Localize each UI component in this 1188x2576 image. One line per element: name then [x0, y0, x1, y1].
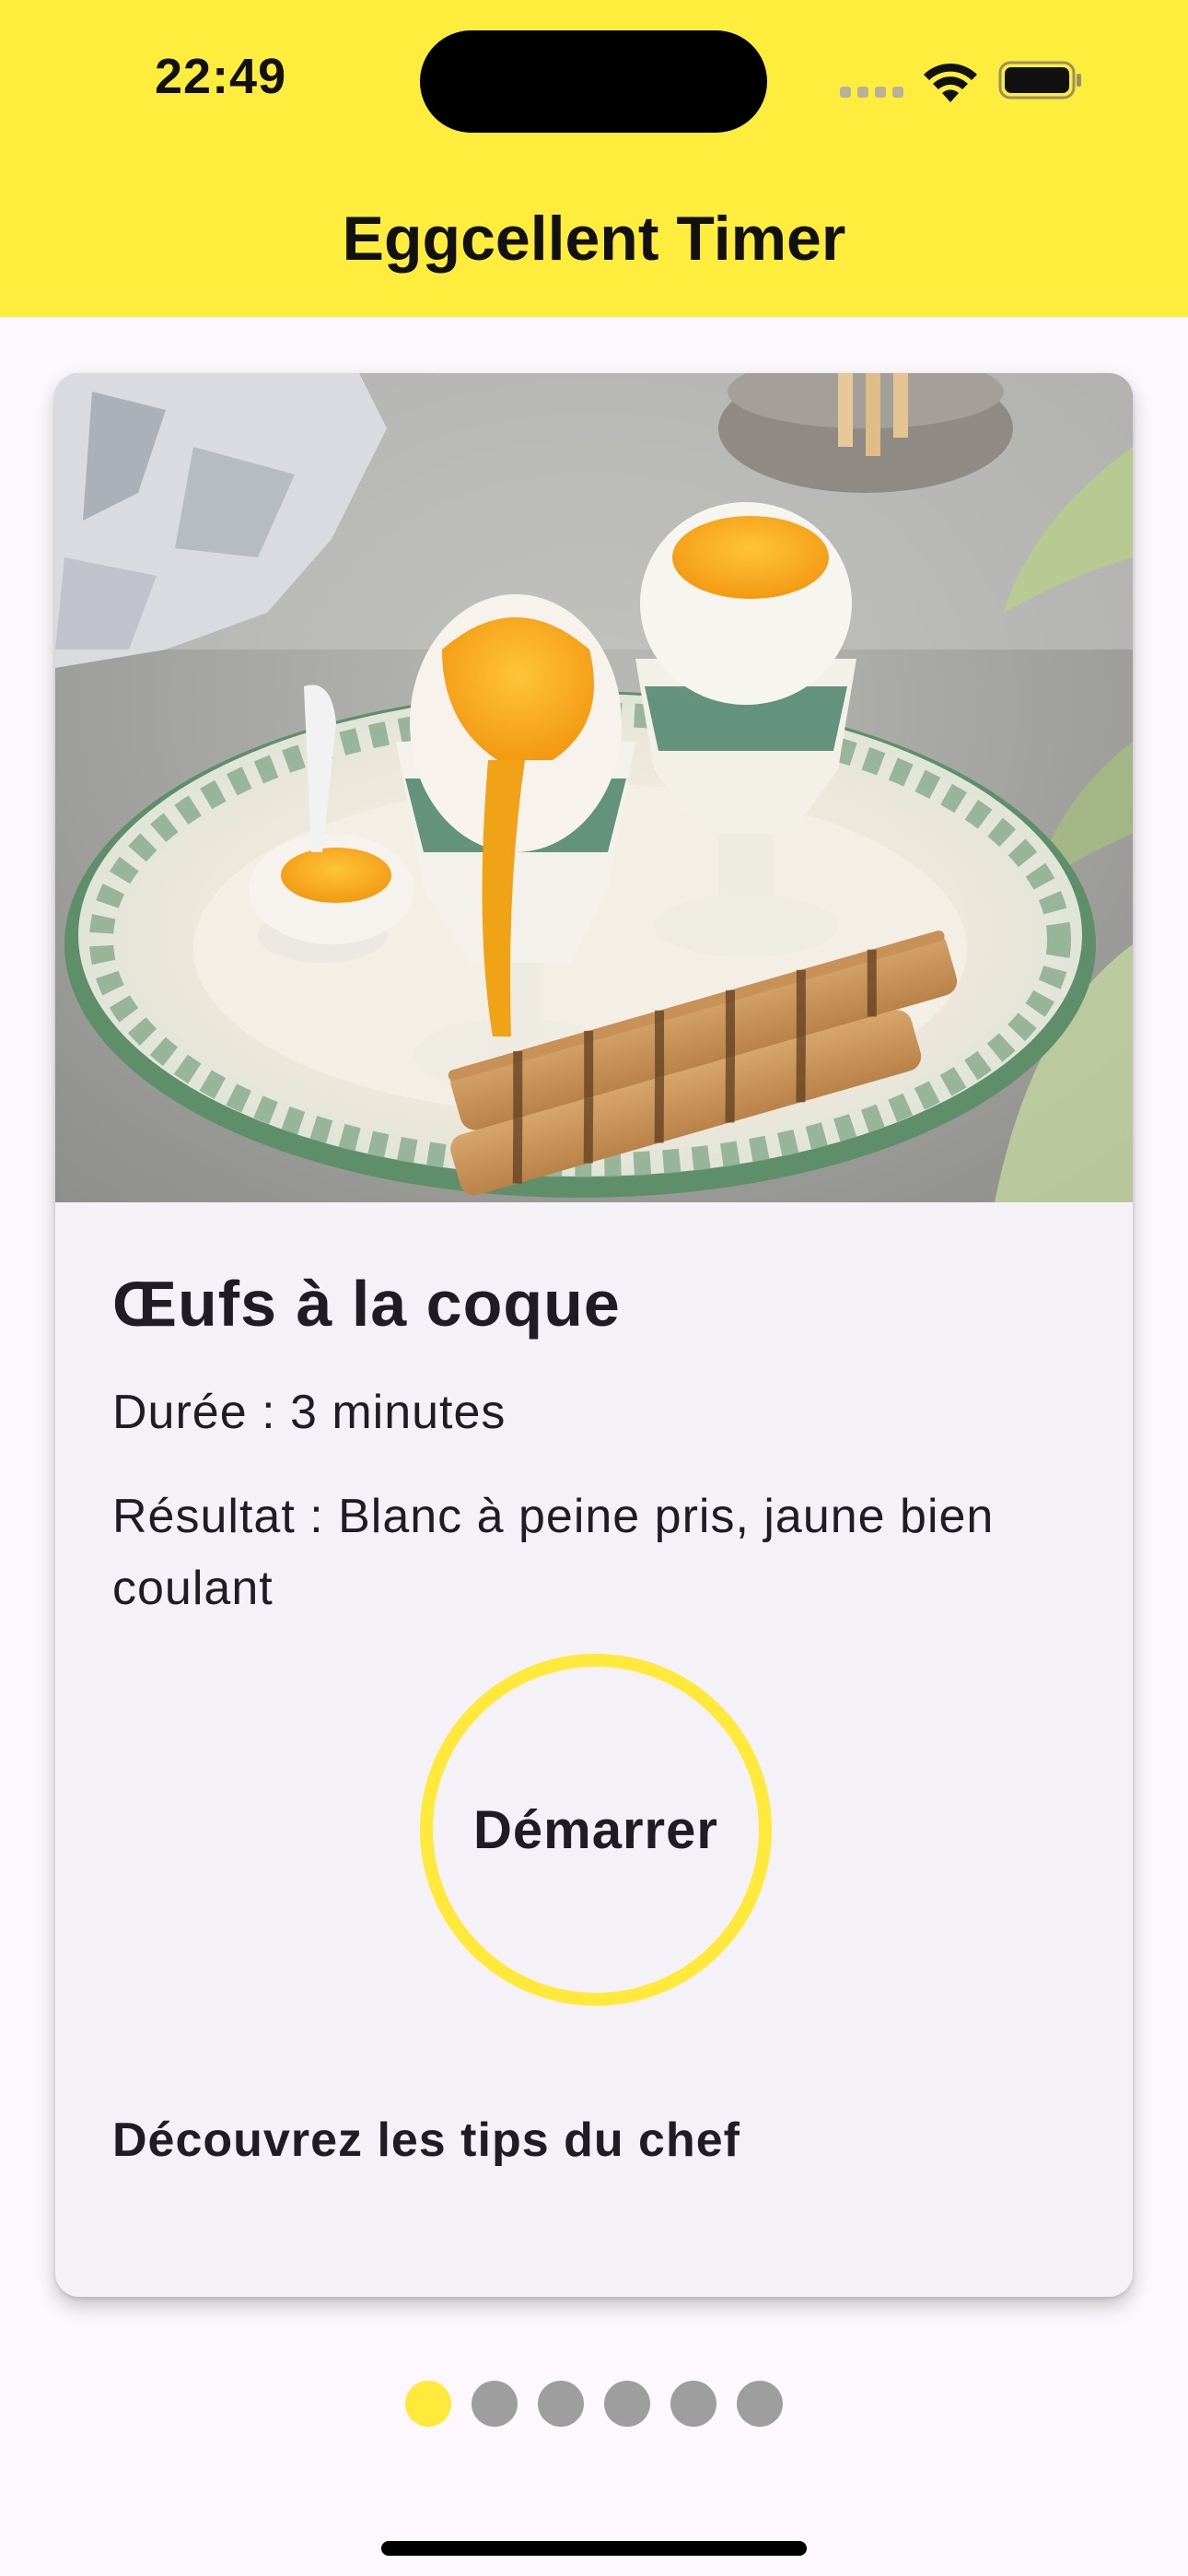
recipe-result: Résultat : Blanc à peine pris, jaune bie… — [112, 1490, 995, 1615]
page-dot-3[interactable] — [538, 2381, 584, 2427]
page-dot-1[interactable] — [405, 2381, 451, 2427]
dynamic-island — [420, 30, 767, 133]
page-dot-4[interactable] — [604, 2381, 650, 2427]
wifi-icon — [924, 63, 977, 102]
recipe-duration: Durée : 3 minutes — [112, 1386, 507, 1439]
page-dot-2[interactable] — [472, 2381, 518, 2427]
chef-tips-link[interactable]: Découvrez les tips du chef — [112, 2113, 740, 2168]
cellular-signal-icon — [840, 87, 904, 98]
status-bar-time: 22:49 — [155, 49, 287, 104]
page-indicator[interactable] — [405, 2381, 783, 2427]
egg-photo — [55, 373, 1133, 1202]
recipe-title: Œufs à la coque — [112, 1268, 621, 1340]
home-indicator[interactable] — [381, 2541, 807, 2556]
app-screen: 22:49 Eggcellent Timer Œufs à la coque D… — [0, 0, 1188, 2576]
start-timer-button[interactable]: Démarrer — [420, 1654, 772, 2006]
recipe-card[interactable]: Œufs à la coque Durée : 3 minutes Résult… — [55, 373, 1133, 2297]
battery-icon — [998, 61, 1081, 100]
page-dot-5[interactable] — [670, 2381, 716, 2427]
start-button-label: Démarrer — [473, 1799, 718, 1860]
app-header: 22:49 Eggcellent Timer — [0, 0, 1188, 317]
page-dot-6[interactable] — [737, 2381, 783, 2427]
app-title: Eggcellent Timer — [342, 204, 846, 274]
